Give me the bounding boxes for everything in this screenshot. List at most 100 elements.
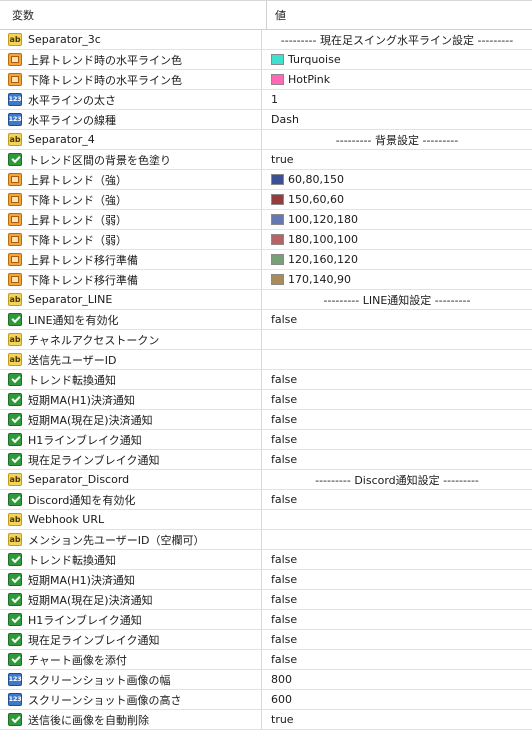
parameter-name-cell[interactable]: 下降トレンド時の水平ライン色 <box>0 70 262 89</box>
parameter-row[interactable]: 下降トレンド時の水平ライン色 HotPink <box>0 70 532 90</box>
parameter-value-cell[interactable]: HotPink <box>262 70 532 89</box>
parameter-value-cell[interactable]: false <box>262 390 532 409</box>
parameter-value-cell[interactable]: false <box>262 590 532 609</box>
parameter-row[interactable]: ab Separator_LINE --------- LINE通知設定 -----… <box>0 290 532 310</box>
parameter-name-cell[interactable]: 短期MA(現在足)決済通知 <box>0 590 262 609</box>
parameter-value-cell[interactable]: 150,60,60 <box>262 190 532 209</box>
parameter-name-cell[interactable]: 上昇トレンド（弱） <box>0 210 262 229</box>
parameter-name-cell[interactable]: トレンド転換通知 <box>0 550 262 569</box>
color-swatch[interactable] <box>271 214 284 225</box>
parameter-row[interactable]: LINE通知を有効化 false <box>0 310 532 330</box>
color-swatch[interactable] <box>271 54 284 65</box>
parameter-row[interactable]: 上昇トレンド時の水平ライン色 Turquoise <box>0 50 532 70</box>
parameter-value-cell[interactable]: 60,80,150 <box>262 170 532 189</box>
separator-value-cell[interactable]: --------- LINE通知設定 --------- <box>262 290 532 309</box>
parameter-row[interactable]: トレンド転換通知 false <box>0 550 532 570</box>
parameter-name-cell[interactable]: ab Separator_4 <box>0 130 262 149</box>
parameter-value-cell[interactable]: 100,120,180 <box>262 210 532 229</box>
parameter-value-cell[interactable] <box>262 510 532 529</box>
color-swatch[interactable] <box>271 74 284 85</box>
parameter-value-cell[interactable]: 120,160,120 <box>262 250 532 269</box>
parameter-row[interactable]: 短期MA(H1)決済通知 false <box>0 570 532 590</box>
parameter-name-cell[interactable]: H1ラインブレイク通知 <box>0 610 262 629</box>
parameter-name-cell[interactable]: 現在足ラインブレイク通知 <box>0 630 262 649</box>
parameter-row[interactable]: 123 スクリーンショット画像の幅 800 <box>0 670 532 690</box>
parameter-row[interactable]: ab Separator_Discord --------- Discord通知設定… <box>0 470 532 490</box>
color-swatch[interactable] <box>271 174 284 185</box>
parameter-name-cell[interactable]: ab 送信先ユーザーID <box>0 350 262 369</box>
parameter-name-cell[interactable]: 下降トレンド（強） <box>0 190 262 209</box>
parameter-value-cell[interactable]: true <box>262 710 532 729</box>
parameter-row[interactable]: 123 水平ラインの線種 Dash <box>0 110 532 130</box>
parameter-value-cell[interactable]: false <box>262 450 532 469</box>
separator-value-cell[interactable]: --------- 現在足スイング水平ライン設定 --------- <box>262 30 532 49</box>
parameter-row[interactable]: 上昇トレンド移行準備 120,160,120 <box>0 250 532 270</box>
parameter-name-cell[interactable]: 短期MA(現在足)決済通知 <box>0 410 262 429</box>
parameter-row[interactable]: H1ラインブレイク通知 false <box>0 430 532 450</box>
color-swatch[interactable] <box>271 234 284 245</box>
parameter-name-cell[interactable]: 123 水平ラインの太さ <box>0 90 262 109</box>
parameter-name-cell[interactable]: トレンド転換通知 <box>0 370 262 389</box>
parameter-row[interactable]: H1ラインブレイク通知 false <box>0 610 532 630</box>
parameter-value-cell[interactable]: false <box>262 610 532 629</box>
parameter-name-cell[interactable]: H1ラインブレイク通知 <box>0 430 262 449</box>
parameter-row[interactable]: 上昇トレンド（弱） 100,120,180 <box>0 210 532 230</box>
parameter-row[interactable]: Discord通知を有効化 false <box>0 490 532 510</box>
parameter-row[interactable]: チャート画像を添付 false <box>0 650 532 670</box>
parameter-name-cell[interactable]: 123 スクリーンショット画像の幅 <box>0 670 262 689</box>
parameter-value-cell[interactable]: false <box>262 490 532 509</box>
parameter-value-cell[interactable]: Turquoise <box>262 50 532 69</box>
color-swatch[interactable] <box>271 274 284 285</box>
parameter-value-cell[interactable]: false <box>262 550 532 569</box>
parameter-row[interactable]: ab メンション先ユーザーID（空欄可） <box>0 530 532 550</box>
parameter-row[interactable]: 下降トレンド（強） 150,60,60 <box>0 190 532 210</box>
parameter-name-cell[interactable]: 短期MA(H1)決済通知 <box>0 390 262 409</box>
parameter-row[interactable]: 123 水平ラインの太さ 1 <box>0 90 532 110</box>
parameter-row[interactable]: 現在足ラインブレイク通知 false <box>0 450 532 470</box>
parameter-row[interactable]: トレンド転換通知 false <box>0 370 532 390</box>
parameter-row[interactable]: 123 スクリーンショット画像の高さ 600 <box>0 690 532 710</box>
parameter-row[interactable]: 現在足ラインブレイク通知 false <box>0 630 532 650</box>
parameter-row[interactable]: ab 送信先ユーザーID <box>0 350 532 370</box>
parameter-name-cell[interactable]: 短期MA(H1)決済通知 <box>0 570 262 589</box>
parameter-name-cell[interactable]: 現在足ラインブレイク通知 <box>0 450 262 469</box>
parameter-value-cell[interactable]: true <box>262 150 532 169</box>
parameter-row[interactable]: 下降トレンド（弱） 180,100,100 <box>0 230 532 250</box>
parameter-value-cell[interactable]: false <box>262 410 532 429</box>
parameter-name-cell[interactable]: ab チャネルアクセストークン <box>0 330 262 349</box>
parameter-name-cell[interactable]: ab Webhook URL <box>0 510 262 529</box>
parameter-name-cell[interactable]: ab Separator_Discord <box>0 470 262 489</box>
parameter-value-cell[interactable]: false <box>262 650 532 669</box>
parameter-name-cell[interactable]: LINE通知を有効化 <box>0 310 262 329</box>
parameter-row[interactable]: 短期MA(H1)決済通知 false <box>0 390 532 410</box>
parameter-name-cell[interactable]: トレンド区間の背景を色塗り <box>0 150 262 169</box>
parameter-value-cell[interactable] <box>262 330 532 349</box>
parameter-value-cell[interactable]: false <box>262 310 532 329</box>
parameter-value-cell[interactable]: 600 <box>262 690 532 709</box>
parameter-value-cell[interactable] <box>262 350 532 369</box>
color-swatch[interactable] <box>271 254 284 265</box>
parameter-row[interactable]: 短期MA(現在足)決済通知 false <box>0 590 532 610</box>
parameter-value-cell[interactable]: false <box>262 570 532 589</box>
parameter-value-cell[interactable]: false <box>262 370 532 389</box>
parameter-name-cell[interactable]: ab Separator_3c <box>0 30 262 49</box>
parameter-value-cell[interactable] <box>262 530 532 549</box>
parameter-row[interactable]: ab Webhook URL <box>0 510 532 530</box>
parameter-value-cell[interactable]: Dash <box>262 110 532 129</box>
parameter-value-cell[interactable]: 170,140,90 <box>262 270 532 289</box>
parameter-name-cell[interactable]: ab メンション先ユーザーID（空欄可） <box>0 530 262 549</box>
parameter-name-cell[interactable]: 下降トレンド（弱） <box>0 230 262 249</box>
parameter-row[interactable]: トレンド区間の背景を色塗り true <box>0 150 532 170</box>
variable-column-header[interactable]: 変数 <box>0 1 267 29</box>
parameter-name-cell[interactable]: 下降トレンド移行準備 <box>0 270 262 289</box>
parameter-name-cell[interactable]: Discord通知を有効化 <box>0 490 262 509</box>
parameter-value-cell[interactable]: 180,100,100 <box>262 230 532 249</box>
parameter-name-cell[interactable]: 123 スクリーンショット画像の高さ <box>0 690 262 709</box>
parameter-name-cell[interactable]: 上昇トレンド時の水平ライン色 <box>0 50 262 69</box>
parameter-row[interactable]: ab Separator_3c --------- 現在足スイング水平ライン設定 -… <box>0 30 532 50</box>
parameter-value-cell[interactable]: false <box>262 630 532 649</box>
parameter-row[interactable]: 下降トレンド移行準備 170,140,90 <box>0 270 532 290</box>
parameter-name-cell[interactable]: 送信後に画像を自動削除 <box>0 710 262 729</box>
value-column-header[interactable]: 値 <box>267 1 532 29</box>
color-swatch[interactable] <box>271 194 284 205</box>
